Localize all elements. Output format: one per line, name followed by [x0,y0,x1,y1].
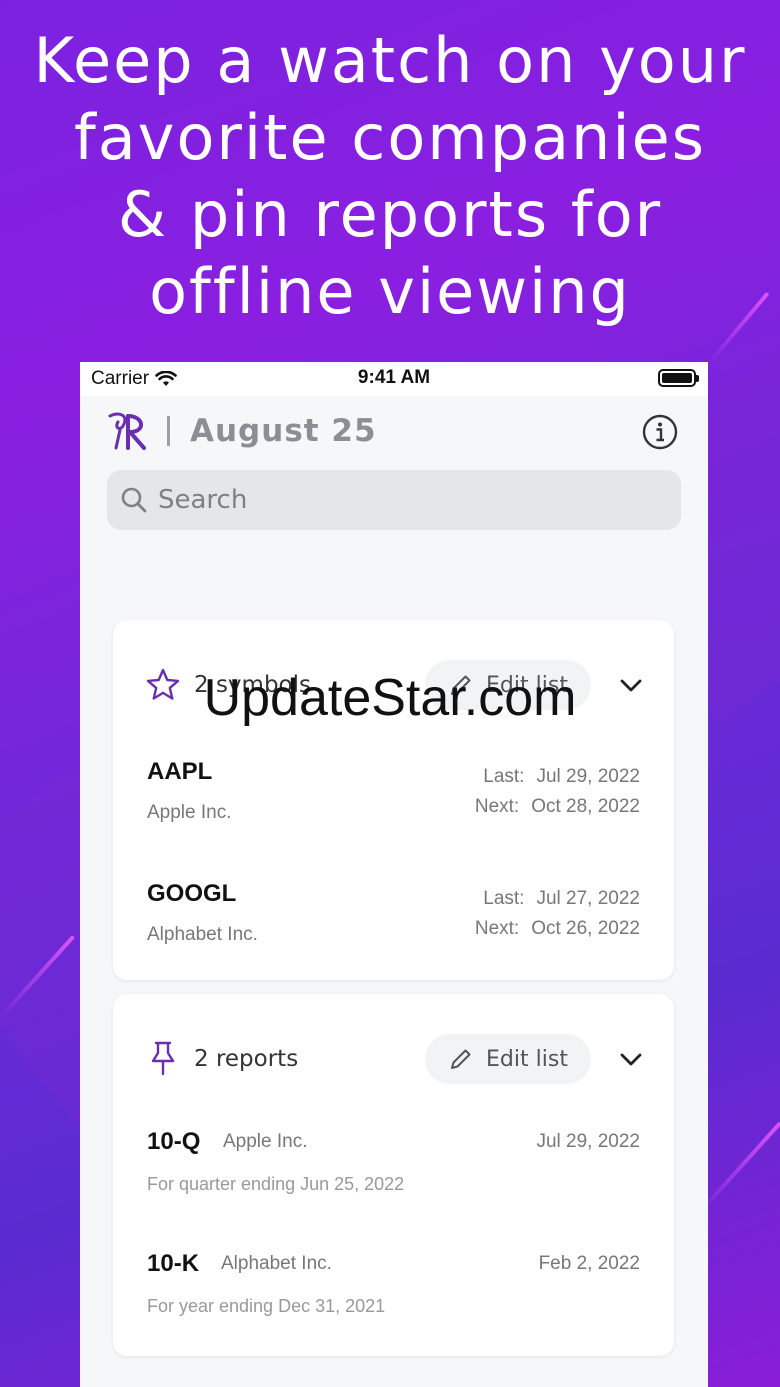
info-icon[interactable] [642,414,678,450]
pinned-report-row[interactable]: 10-Q Apple Inc. Jul 29, 2022 For quarter… [113,1128,674,1228]
phone-screen: Carrier 9:41 AM August 25 Search 2 symbo… [80,362,708,1387]
pinned-count: 2 reports [194,1046,299,1072]
pinned-reports-card: 2 reports Edit list 10-Q Apple Inc. Jul … [113,994,674,1356]
report-dates: Last: Jul 29, 2022 Next: Oct 28, 2022 [475,762,640,822]
edit-pinned-label: Edit list [486,1046,568,1072]
report-period: For year ending Dec 31, 2021 [147,1296,386,1316]
chevron-down-icon[interactable] [617,672,645,700]
company-name: Apple Inc. [147,802,232,823]
search-bar[interactable] [107,470,681,530]
page-title: August 25 [190,413,377,449]
next-label: Next: [474,918,520,939]
search-icon [121,487,147,513]
headline-line-2: favorite companies [73,101,707,174]
chevron-down-icon[interactable] [617,1046,645,1074]
edit-watchlist-button[interactable]: Edit list [425,660,591,710]
last-date: Jul 29, 2022 [536,766,640,787]
report-dates: Last: Jul 27, 2022 Next: Oct 26, 2022 [475,884,640,944]
edit-watchlist-label: Edit list [486,672,568,698]
battery-icon [658,369,699,387]
next-date: Oct 28, 2022 [531,796,640,817]
pin-icon [151,1041,175,1076]
edit-pinned-button[interactable]: Edit list [425,1034,591,1084]
app-header: August 25 [80,396,708,466]
pencil-icon [451,675,471,695]
form-type: 10-K [147,1250,200,1277]
report-date: Jul 29, 2022 [536,1131,640,1152]
report-date: Feb 2, 2022 [538,1253,640,1274]
pinned-header: 2 reports Edit list [113,994,674,1124]
next-label: Next: [474,796,520,817]
report-company: Apple Inc. [223,1131,308,1152]
report-period: For quarter ending Jun 25, 2022 [147,1174,405,1194]
watchlist-header: 2 symbols Edit list [113,620,674,750]
headline-line-4: offline viewing [149,255,631,328]
headline-line-3: & pin reports for [117,178,663,251]
symbol-ticker: AAPL [147,758,213,785]
watchlist-card: 2 symbols Edit list AAPL Apple Inc. Last… [113,620,674,980]
watchlist-row[interactable]: AAPL Apple Inc. Last: Jul 29, 2022 Next: O… [113,758,674,858]
search-input[interactable] [158,485,638,515]
report-company: Alphabet Inc. [221,1253,332,1274]
status-bar: Carrier 9:41 AM [80,362,708,396]
watchlist-count: 2 symbols [194,672,311,698]
last-date: Jul 27, 2022 [536,888,640,909]
next-date: Oct 26, 2022 [531,918,640,939]
star-icon [146,668,180,700]
pinned-report-row[interactable]: 10-K Alphabet Inc. Feb 2, 2022 For year … [113,1250,674,1350]
symbol-ticker: GOOGL [147,880,237,907]
app-logo [108,412,146,450]
watchlist-row[interactable]: GOOGL Alphabet Inc. Last: Jul 27, 2022 Ne… [113,880,674,980]
company-name: Alphabet Inc. [147,924,258,945]
form-type: 10-Q [147,1128,201,1155]
headline-line-1: Keep a watch on your [33,24,747,97]
pencil-icon [451,1049,471,1069]
clock: 9:41 AM [357,367,431,388]
last-label: Last: [483,766,525,787]
promo-headline: Keep a watch on your favorite companies … [0,22,780,330]
last-label: Last: [483,888,525,909]
header-divider [167,416,170,446]
